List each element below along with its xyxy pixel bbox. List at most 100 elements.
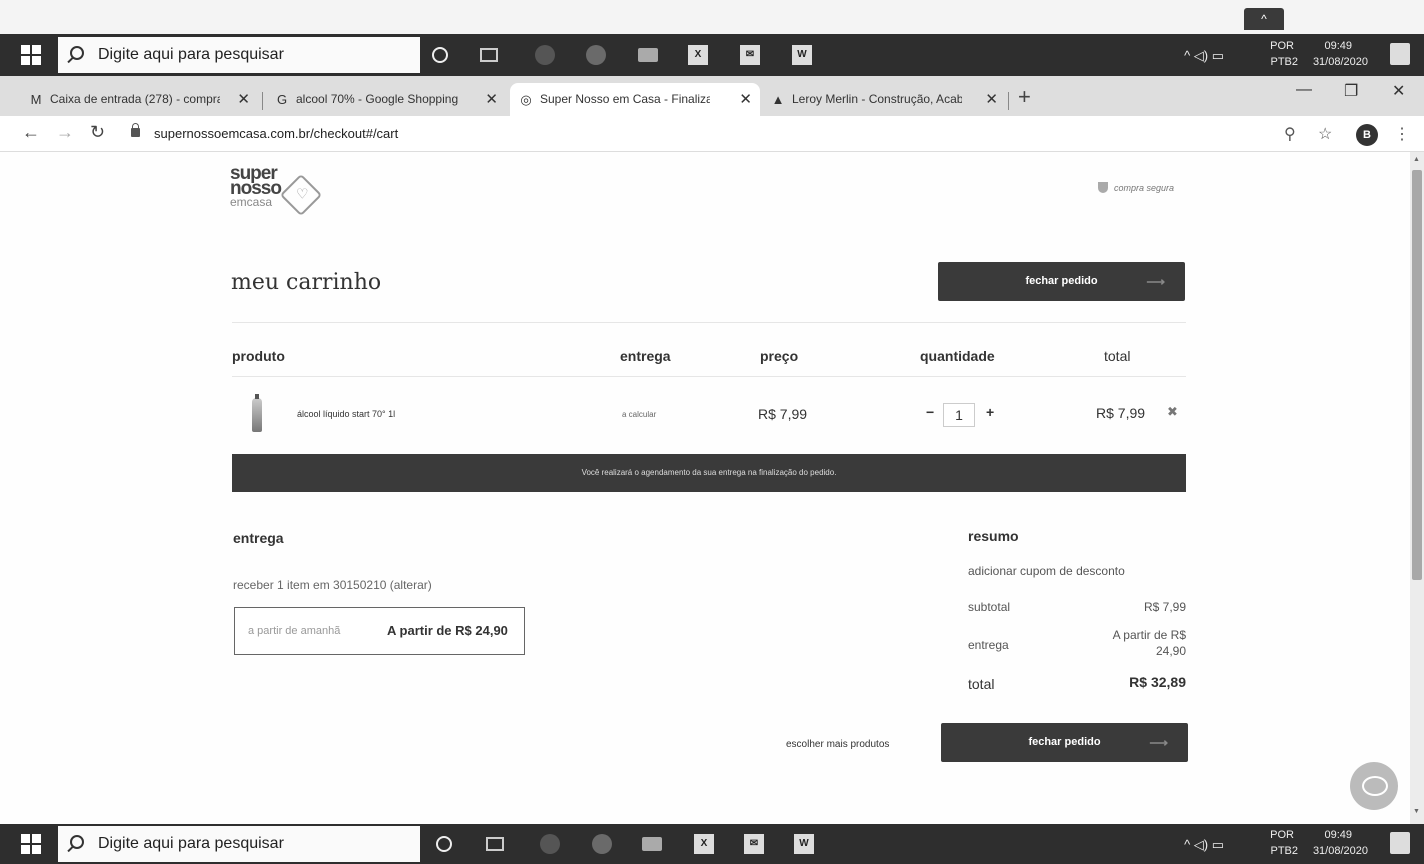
close-icon[interactable]: ✕ bbox=[985, 83, 998, 116]
tab-super-nosso[interactable]: ◎ Super Nosso em Casa - Finalizar ✕ bbox=[510, 83, 760, 116]
tray-icons[interactable]: ^ ◁) ▭ bbox=[1184, 837, 1224, 853]
chrome-icon[interactable] bbox=[586, 45, 606, 65]
total-value: R$ 32,89 bbox=[1129, 674, 1186, 690]
shipping-option-price: A partir de R$ 24,90 bbox=[387, 623, 508, 638]
word-icon[interactable]: W bbox=[794, 834, 814, 854]
choose-more-products-link[interactable]: escolher mais produtos bbox=[786, 739, 889, 750]
zoom-icon[interactable]: ⚲ bbox=[1284, 124, 1296, 144]
language-indicator[interactable]: POR bbox=[1270, 40, 1294, 52]
reload-icon[interactable]: ↻ bbox=[90, 122, 105, 143]
browser-tab-bar: M Caixa de entrada (278) - compra: ✕ G a… bbox=[0, 76, 1424, 116]
chat-icon[interactable] bbox=[1350, 762, 1398, 810]
mail-icon[interactable]: ✉ bbox=[744, 834, 764, 854]
restore-icon[interactable]: ❐ bbox=[1344, 81, 1358, 101]
divider bbox=[232, 322, 1186, 323]
google-icon: G bbox=[276, 92, 288, 107]
notification-icon[interactable] bbox=[1390, 832, 1410, 854]
super-nosso-logo[interactable]: super nosso emcasa bbox=[230, 164, 330, 217]
taskbar-search-placeholder: Digite aqui para pesquisar bbox=[98, 835, 284, 852]
chrome-icon[interactable] bbox=[592, 834, 612, 854]
close-window-icon[interactable]: ✕ bbox=[1392, 81, 1405, 101]
checkout-button-bottom[interactable]: fechar pedido ⟶ bbox=[941, 723, 1188, 762]
close-icon[interactable]: ✕ bbox=[485, 83, 498, 116]
scroll-down-icon[interactable]: ▼ bbox=[1413, 808, 1420, 815]
new-tab-plus-icon[interactable]: + bbox=[1018, 84, 1031, 110]
lock-icon[interactable] bbox=[131, 123, 140, 137]
show-hidden-icons-caret[interactable]: ^ bbox=[1244, 8, 1284, 30]
tray-icons[interactable]: ^ ◁) ▭ bbox=[1184, 48, 1224, 64]
excel-icon[interactable]: X bbox=[694, 834, 714, 854]
mail-icon[interactable]: ✉ bbox=[740, 45, 760, 65]
shipping-receive-text[interactable]: receber 1 item em 30150210 (alterar) bbox=[233, 578, 432, 592]
top-strip: ^ bbox=[0, 0, 1424, 34]
secure-purchase-badge: compra segura bbox=[1098, 182, 1174, 193]
minimize-icon[interactable]: — bbox=[1296, 81, 1312, 99]
notification-icon[interactable] bbox=[1390, 43, 1410, 65]
tab-leroy-merlin[interactable]: ▲ Leroy Merlin - Construção, Acaba ✕ bbox=[762, 83, 1006, 116]
task-view-icon[interactable] bbox=[486, 837, 504, 851]
add-coupon-link[interactable]: adicionar cupom de desconto bbox=[968, 564, 1125, 578]
shield-icon bbox=[1098, 182, 1108, 193]
windows-start-icon[interactable] bbox=[12, 832, 50, 856]
scroll-thumb[interactable] bbox=[1412, 170, 1422, 580]
word-icon[interactable]: W bbox=[792, 45, 812, 65]
file-explorer-icon[interactable] bbox=[638, 48, 658, 62]
edge-icon[interactable] bbox=[540, 834, 560, 854]
tab-gmail[interactable]: M Caixa de entrada (278) - compra: ✕ bbox=[20, 83, 258, 116]
cortana-icon[interactable] bbox=[436, 836, 452, 852]
excel-icon[interactable]: X bbox=[688, 45, 708, 65]
tab-google-shopping[interactable]: G alcool 70% - Google Shopping ✕ bbox=[266, 83, 506, 116]
checkout-button-label: fechar pedido bbox=[1025, 275, 1098, 287]
column-header-total: total bbox=[1104, 348, 1131, 364]
product-name[interactable]: álcool líquido start 70° 1l bbox=[297, 409, 395, 419]
windows-start-icon[interactable] bbox=[12, 43, 50, 67]
close-icon[interactable]: ✕ bbox=[237, 83, 250, 116]
tab-label: Super Nosso em Casa - Finalizar bbox=[540, 92, 710, 106]
menu-kebab-icon[interactable]: ⋮ bbox=[1394, 124, 1410, 144]
taskbar-top: Digite aqui para pesquisar X ✉ W ^ ◁) ▭ … bbox=[0, 34, 1424, 76]
star-icon[interactable]: ☆ bbox=[1318, 124, 1332, 144]
column-header-product: produto bbox=[232, 348, 285, 364]
column-header-quantity: quantidade bbox=[920, 348, 995, 364]
gmail-icon: M bbox=[30, 92, 42, 107]
address-bar: ← → ↻ supernossoemcasa.com.br/checkout#/… bbox=[0, 116, 1424, 152]
remove-item-icon[interactable]: ✖ bbox=[1167, 404, 1178, 420]
keyboard-layout[interactable]: PTB2 bbox=[1270, 56, 1298, 68]
product-image[interactable] bbox=[252, 394, 262, 432]
scroll-up-icon[interactable]: ▲ bbox=[1413, 156, 1420, 163]
quantity-input[interactable]: 1 bbox=[943, 403, 975, 427]
checkout-button-top[interactable]: fechar pedido ⟶ bbox=[938, 262, 1185, 301]
clock-time[interactable]: 09:49 bbox=[1324, 829, 1352, 841]
quantity-decrease-button[interactable]: − bbox=[926, 404, 934, 420]
divider bbox=[232, 376, 1186, 377]
quantity-increase-button[interactable]: + bbox=[986, 404, 994, 420]
edge-icon[interactable] bbox=[535, 45, 555, 65]
tab-divider bbox=[1008, 92, 1009, 110]
language-indicator[interactable]: POR bbox=[1270, 829, 1294, 841]
keyboard-layout[interactable]: PTB2 bbox=[1270, 845, 1298, 857]
clock-time[interactable]: 09:49 bbox=[1324, 40, 1352, 52]
close-icon[interactable]: ✕ bbox=[739, 83, 752, 116]
shipping-option-when: a partir de amanhã bbox=[248, 625, 341, 637]
column-header-delivery: entrega bbox=[620, 348, 671, 364]
delivery-value-line1: A partir de R$ bbox=[1112, 628, 1186, 642]
forward-arrow-icon[interactable]: → bbox=[56, 122, 74, 143]
taskbar-search-input[interactable]: Digite aqui para pesquisar bbox=[58, 37, 420, 73]
page-scrollbar[interactable]: ▲ ▼ bbox=[1410, 152, 1424, 824]
shipping-option[interactable]: a partir de amanhã A partir de R$ 24,90 bbox=[234, 607, 525, 655]
file-explorer-icon[interactable] bbox=[642, 837, 662, 851]
total-label: total bbox=[968, 676, 995, 692]
cortana-icon[interactable] bbox=[432, 47, 448, 63]
url-field[interactable]: supernossoemcasa.com.br/checkout#/cart bbox=[154, 126, 398, 141]
item-price: R$ 7,99 bbox=[758, 406, 808, 422]
profile-avatar[interactable]: B bbox=[1356, 124, 1378, 146]
taskbar-search-input[interactable]: Digite aqui para pesquisar bbox=[58, 826, 420, 862]
shipping-title: entrega bbox=[233, 530, 284, 546]
clock-date[interactable]: 31/08/2020 bbox=[1313, 845, 1368, 857]
task-view-icon[interactable] bbox=[480, 48, 498, 62]
clock-date[interactable]: 31/08/2020 bbox=[1313, 56, 1368, 68]
super-nosso-icon: ◎ bbox=[520, 92, 532, 107]
back-arrow-icon[interactable]: ← bbox=[22, 122, 40, 143]
summary-title: resumo bbox=[968, 528, 1019, 544]
arrow-right-icon: ⟶ bbox=[1149, 735, 1168, 750]
